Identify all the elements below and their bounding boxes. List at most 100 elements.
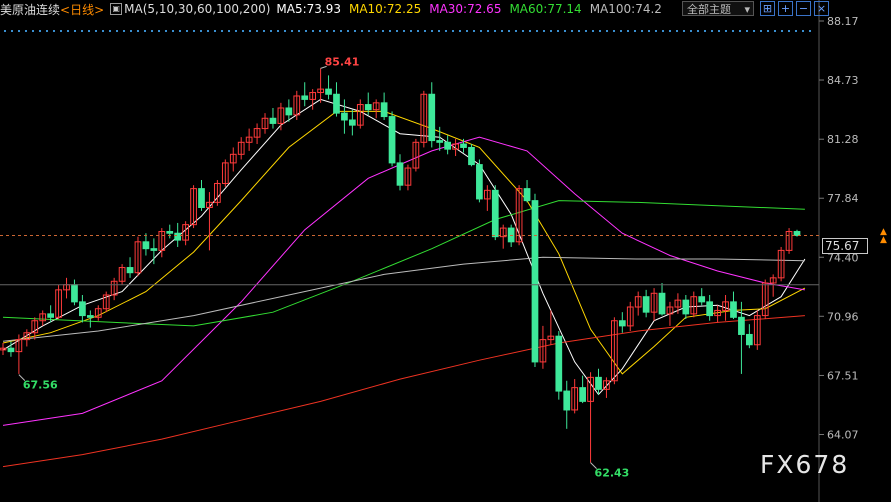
- dotline-dot: [522, 30, 524, 32]
- dotline-dot: [718, 30, 720, 32]
- dotline-dot: [18, 30, 20, 32]
- dotline-dot: [172, 30, 174, 32]
- dotline-dot: [333, 30, 335, 32]
- candle-body: [285, 107, 293, 116]
- dotline-dot: [585, 30, 587, 32]
- candle-body: [47, 313, 54, 318]
- dotline-dot: [144, 30, 146, 32]
- dotline-dot: [620, 30, 622, 32]
- symbol-title[interactable]: 美原油连续: [0, 1, 60, 18]
- dotline-dot: [361, 30, 363, 32]
- watermark: FX678: [760, 450, 850, 479]
- dotline-dot: [53, 30, 55, 32]
- dotline-dot: [186, 30, 188, 32]
- dotline-dot: [214, 30, 216, 32]
- candle-body: [150, 248, 158, 251]
- dotline-dot: [641, 30, 643, 32]
- dotline-dot: [571, 30, 573, 32]
- candle-body: [364, 104, 372, 111]
- dotline-dot: [725, 30, 727, 32]
- candle-body: [380, 102, 388, 118]
- candle-body: [174, 232, 182, 241]
- dotline-dot: [802, 30, 804, 32]
- dotline-dot: [417, 30, 419, 32]
- dotline-dot: [305, 30, 307, 32]
- minus-icon[interactable]: −: [796, 1, 811, 16]
- dotline-dot: [67, 30, 69, 32]
- candle-body: [428, 93, 436, 142]
- candle-body: [341, 112, 348, 121]
- candle-body: [468, 146, 475, 166]
- dotline-dot: [4, 30, 6, 32]
- dotline-dot: [137, 30, 139, 32]
- expand-icon[interactable]: ⊞: [760, 1, 775, 16]
- candle-body: [142, 241, 150, 250]
- candle-body: [579, 387, 586, 402]
- candle-body: [738, 316, 745, 335]
- dotline-dot: [340, 30, 342, 32]
- period-label[interactable]: <日线>: [60, 1, 104, 18]
- ma-value-4: MA100:74.2: [589, 2, 662, 16]
- dotline-dot: [235, 30, 237, 32]
- dotline-dot: [116, 30, 118, 32]
- price-axis: 88.1784.7381.2877.8474.4070.9667.5164.07: [0, 0, 859, 502]
- dotline-dot: [760, 30, 762, 32]
- dotline-dot: [151, 30, 153, 32]
- plus-icon[interactable]: +: [778, 1, 793, 16]
- dotline-dot: [291, 30, 293, 32]
- y-tick-label: 84.73: [827, 74, 859, 87]
- dotline-dot: [81, 30, 83, 32]
- dotline-dot: [452, 30, 454, 32]
- ma-value-3: MA60:77.14: [509, 2, 582, 16]
- dotline-dot: [256, 30, 258, 32]
- dotline-dot: [32, 30, 34, 32]
- candle-body: [460, 143, 467, 148]
- candle-body: [166, 231, 174, 234]
- dotline-dot: [312, 30, 314, 32]
- dotline-dot: [634, 30, 636, 32]
- dotline-dot: [473, 30, 475, 32]
- dotline-dot: [690, 30, 692, 32]
- ma-line-ma200: [2, 315, 805, 468]
- candle-body: [642, 296, 650, 313]
- dotline-dot: [382, 30, 384, 32]
- dotline-dot: [11, 30, 13, 32]
- dotline-dot: [599, 30, 601, 32]
- dotline-dot: [123, 30, 125, 32]
- dotline-dot: [263, 30, 265, 32]
- candle-body: [730, 301, 737, 318]
- candlestick-chart[interactable]: 88.1784.7381.2877.8474.4070.9667.5164.07…: [0, 0, 891, 502]
- candle-body: [563, 390, 571, 411]
- dotline-dot: [592, 30, 594, 32]
- dotline-dot: [564, 30, 566, 32]
- dotline-dot: [158, 30, 160, 32]
- dotline-dot: [459, 30, 461, 32]
- ma-indicator-icon[interactable]: ▣: [110, 3, 123, 15]
- dotline-dot: [410, 30, 412, 32]
- candle-body: [126, 267, 134, 274]
- candle-body: [301, 95, 309, 100]
- close-icon[interactable]: ×: [814, 1, 829, 16]
- candle-body: [531, 200, 539, 363]
- dotline-dot: [753, 30, 755, 32]
- dotline-dot: [606, 30, 608, 32]
- dotline-dot: [438, 30, 440, 32]
- ma-line-ma5: [2, 98, 806, 396]
- candle-body: [658, 292, 666, 315]
- dotline-dot: [88, 30, 90, 32]
- candle-body: [325, 88, 332, 95]
- dotline-dot: [655, 30, 657, 32]
- dotline-dot: [697, 30, 699, 32]
- ma-line-ma10: [2, 110, 806, 375]
- dotline-dot: [711, 30, 713, 32]
- dotline-dot: [494, 30, 496, 32]
- dotline-dot: [466, 30, 468, 32]
- dotline-dot: [788, 30, 790, 32]
- dotline-dot: [130, 30, 132, 32]
- dotline-dot: [704, 30, 706, 32]
- dotline-dot: [74, 30, 76, 32]
- dotline-dot: [25, 30, 27, 32]
- dotline-dot: [676, 30, 678, 32]
- candle-body: [7, 347, 15, 353]
- theme-select-button[interactable]: 全部主题 ▾: [682, 1, 754, 16]
